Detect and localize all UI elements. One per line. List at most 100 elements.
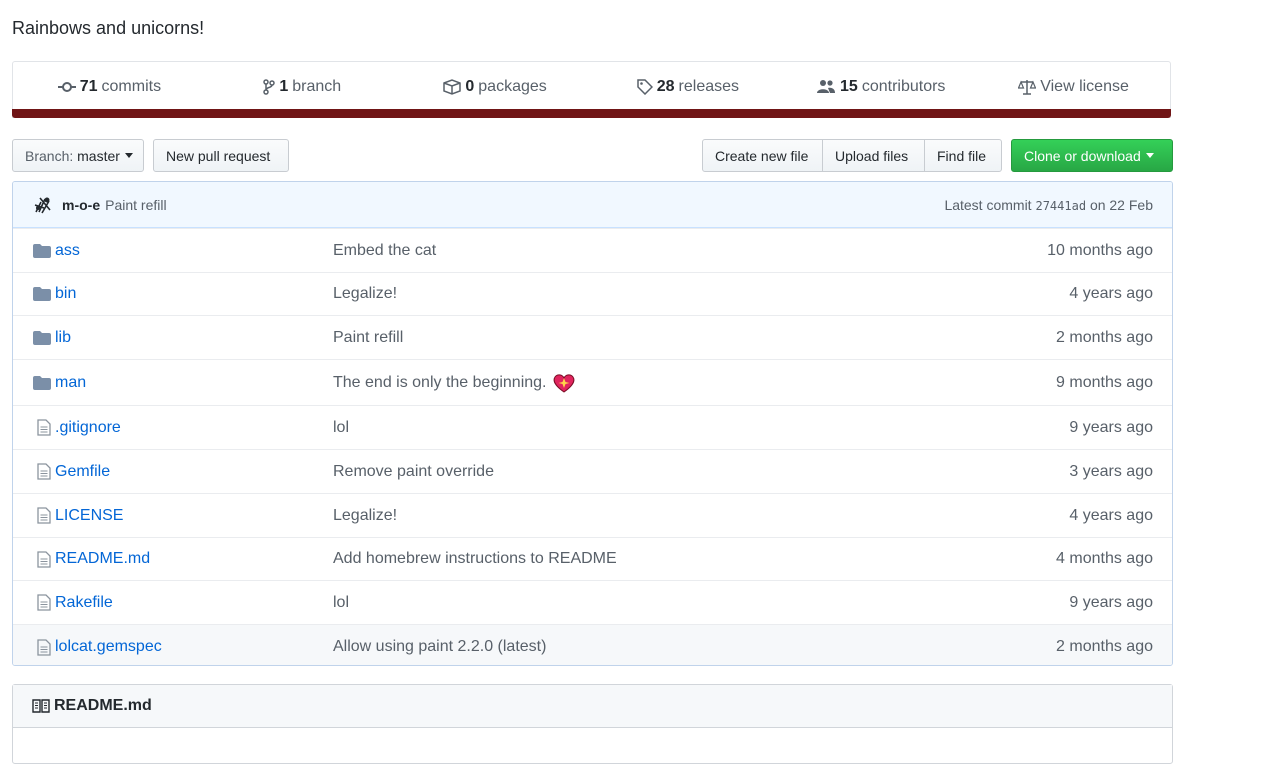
license-label: View license <box>1040 77 1129 95</box>
file-commit-message[interactable]: Legalize! <box>333 507 397 525</box>
file-commit-message[interactable]: Legalize! <box>333 285 397 303</box>
table-row: lolcat.gemspec Allow using paint 2.2.0 (… <box>13 624 1172 665</box>
packages-label: packages <box>478 77 547 95</box>
branches-count: 1 <box>279 77 289 95</box>
upload-files-button[interactable]: Upload files <box>822 139 925 172</box>
folder-icon <box>33 330 51 345</box>
file-name-link[interactable]: lolcat.gemspec <box>55 638 333 656</box>
file-age: 2 months ago <box>1056 328 1153 346</box>
branch-select-button[interactable]: Branch: master <box>12 139 144 172</box>
tag-icon <box>637 78 653 95</box>
packages-count: 0 <box>465 77 475 95</box>
file-age: 4 years ago <box>1069 285 1153 302</box>
file-commit-message[interactable]: Paint refill <box>333 329 403 347</box>
folder-icon <box>33 287 51 301</box>
file-age: 2 months ago <box>1056 638 1153 655</box>
chevron-down-icon <box>1145 153 1154 158</box>
license-link[interactable]: View license <box>977 78 1170 96</box>
table-row: ass Embed the cat 10 months ago <box>13 228 1172 272</box>
table-row: Gemfile Remove paint override 3 years ag… <box>13 449 1172 493</box>
language-bar[interactable] <box>12 109 1171 118</box>
commit-date: on 22 Feb <box>1089 196 1153 213</box>
find-file-button[interactable]: Find file <box>924 139 1002 172</box>
book-icon <box>32 699 50 713</box>
table-row: LICENSE Legalize! 4 years ago <box>13 493 1172 537</box>
chevron-down-icon <box>124 153 133 158</box>
file-icon <box>37 638 51 656</box>
file-name-link[interactable]: ass <box>55 242 333 260</box>
commits-label: commits <box>101 77 162 95</box>
people-icon <box>817 79 836 93</box>
avatar[interactable] <box>32 194 54 216</box>
file-commit-message[interactable]: Add homebrew instructions to README <box>333 550 617 568</box>
readme-header: README.md <box>13 685 1172 728</box>
file-age: 4 years ago <box>1069 506 1153 524</box>
file-age: 9 months ago <box>1056 373 1153 391</box>
readme-panel: README.md <box>12 684 1173 764</box>
file-name-link[interactable]: bin <box>55 285 333 303</box>
table-row: bin Legalize! 4 years ago <box>13 272 1172 315</box>
latest-commit-info: Latest commit 27441ad on 22 Feb <box>944 197 1153 213</box>
file-name-link[interactable]: man <box>55 374 333 392</box>
table-row: Rakefile lol 9 years ago <box>13 580 1172 624</box>
sparkling-heart-icon <box>554 373 575 393</box>
table-row: man The end is only the beginning. 9 mon… <box>13 359 1172 405</box>
file-name-link[interactable]: Rakefile <box>55 594 333 612</box>
clone-or-download-button[interactable]: Clone or download <box>1011 139 1173 172</box>
readme-title[interactable]: README.md <box>54 697 152 715</box>
file-name-link[interactable]: README.md <box>55 550 333 568</box>
file-name-link[interactable]: .gitignore <box>55 419 333 437</box>
create-new-file-button[interactable]: Create new file <box>702 139 823 172</box>
commit-sha[interactable]: 27441ad <box>1035 199 1086 213</box>
table-row: lib Paint refill 2 months ago <box>13 315 1172 359</box>
releases-link[interactable]: 28 releases <box>591 78 784 96</box>
file-commit-message[interactable]: Remove paint override <box>333 463 494 481</box>
repo-description: Rainbows and unicorns! <box>12 18 205 38</box>
file-age: 10 months ago <box>1047 241 1153 259</box>
file-commit-message[interactable]: Embed the cat <box>333 242 436 260</box>
file-icon <box>37 594 51 611</box>
file-name-link[interactable]: lib <box>55 329 333 347</box>
contributors-link[interactable]: 15 contributors <box>784 78 977 96</box>
latest-commit-bar: m-o-e Paint refill Latest commit 27441ad… <box>13 182 1172 228</box>
file-icon <box>37 463 51 480</box>
commits-count: 71 <box>79 77 98 95</box>
releases-count: 28 <box>656 77 675 95</box>
file-name-link[interactable]: LICENSE <box>55 507 333 525</box>
folder-icon <box>33 375 51 390</box>
file-table: m-o-e Paint refill Latest commit 27441ad… <box>12 181 1173 666</box>
file-commit-message[interactable]: lol <box>333 594 349 612</box>
file-icon <box>37 419 51 436</box>
branches-link[interactable]: 1 branch <box>206 78 399 96</box>
file-age: 3 years ago <box>1069 462 1153 480</box>
releases-label: releases <box>678 77 740 95</box>
contributors-label: contributors <box>861 77 946 95</box>
new-pull-request-button[interactable]: New pull request <box>153 139 289 172</box>
file-icon <box>37 550 51 568</box>
file-name-link[interactable]: Gemfile <box>55 463 333 481</box>
clone-label: Clone or download <box>1024 147 1141 164</box>
commit-author[interactable]: m-o-e <box>62 197 100 213</box>
contributors-count: 15 <box>840 77 858 95</box>
branches-label: branch <box>292 77 342 95</box>
package-icon <box>443 78 462 95</box>
branch-icon <box>263 78 276 95</box>
file-commit-message[interactable]: The end is only the beginning. <box>333 374 546 392</box>
law-icon <box>1018 79 1037 95</box>
file-age: 4 months ago <box>1056 550 1153 567</box>
commits-link[interactable]: 71 commits <box>13 78 206 96</box>
packages-link[interactable]: 0 packages <box>399 78 592 96</box>
folder-icon <box>33 243 51 258</box>
file-commit-message[interactable]: lol <box>333 419 349 437</box>
table-row: .gitignore lol 9 years ago <box>13 405 1172 449</box>
commit-message[interactable]: Paint refill <box>105 197 166 213</box>
file-icon <box>37 507 51 524</box>
latest-commit-label: Latest commit <box>944 196 1032 213</box>
file-commit-message[interactable]: Allow using paint 2.2.0 (latest) <box>333 638 546 656</box>
file-age: 9 years ago <box>1069 593 1153 611</box>
commit-icon <box>57 81 76 92</box>
branch-prefix: Branch: <box>25 147 74 164</box>
file-age: 9 years ago <box>1069 418 1153 436</box>
table-row: README.md Add homebrew instructions to R… <box>13 537 1172 580</box>
repo-summary: 71 commits 1 branch 0 packages 28 releas… <box>12 61 1171 118</box>
